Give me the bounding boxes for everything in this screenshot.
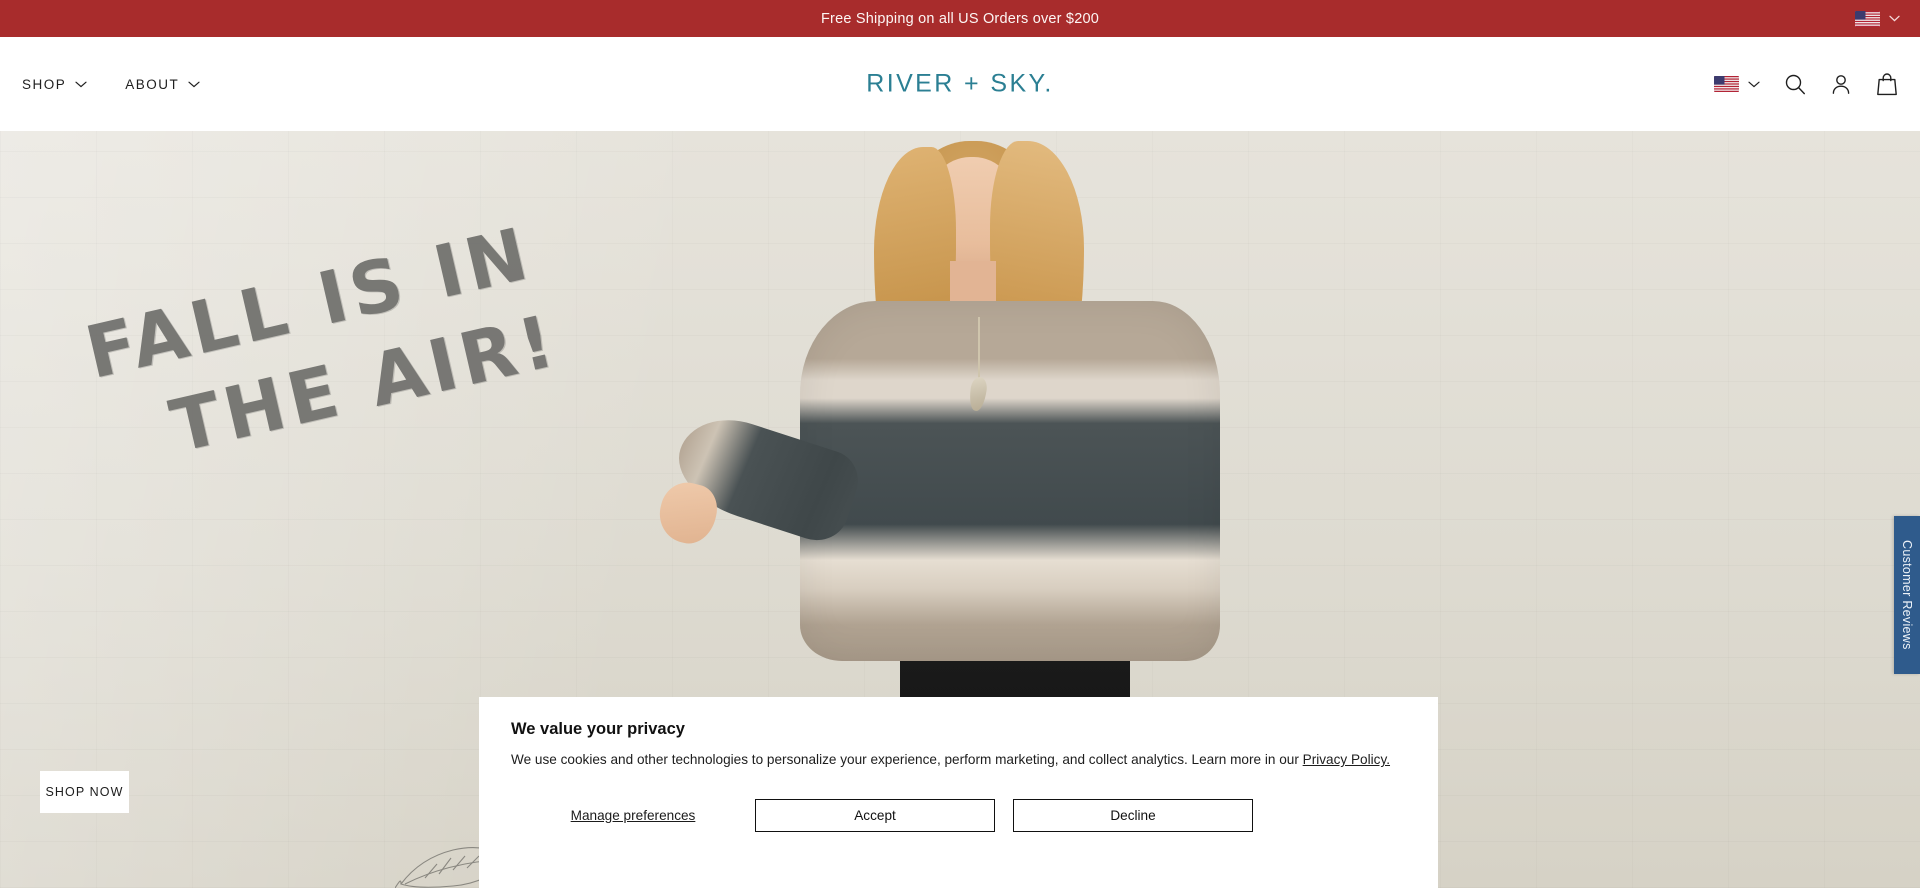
primary-navigation: SHOP ABOUT [0,77,200,92]
chevron-down-icon [1889,15,1900,22]
shop-now-button[interactable]: SHOP NOW [40,771,129,813]
cookie-consent-banner: We value your privacy We use cookies and… [479,697,1438,888]
header-locale-selector[interactable] [1714,76,1760,92]
chevron-down-icon [188,81,200,87]
nav-item-about[interactable]: ABOUT [125,77,200,92]
announcement-locale-selector[interactable] [1855,10,1900,27]
customer-reviews-tab-label: Customer Reviews [1900,540,1914,650]
accept-cookies-button[interactable]: Accept [755,798,995,832]
us-flag-icon [1855,10,1880,27]
nav-item-shop[interactable]: SHOP [22,77,87,92]
nav-item-about-label: ABOUT [125,76,180,92]
announcement-text: Free Shipping on all US Orders over $200 [820,10,1099,27]
search-icon [1785,74,1805,95]
shopping-bag-icon [1877,73,1897,96]
privacy-policy-link[interactable]: Privacy Policy. [1303,752,1390,767]
site-logo[interactable]: RIVER + SKY. [866,70,1053,99]
us-flag-icon [1714,76,1739,92]
header-actions [1714,72,1898,96]
chevron-down-icon [75,81,87,87]
model-tie-dye-top [800,301,1220,661]
customer-reviews-tab[interactable]: Customer Reviews [1894,516,1920,674]
cookie-banner-description: We use cookies and other technologies to… [511,752,1303,767]
site-header: SHOP ABOUT RIVER + SKY. [0,37,1920,131]
cookie-banner-actions: Manage preferences Accept Decline [511,798,1406,832]
site-logo-text: RIVER + SKY. [866,69,1054,98]
cart-button[interactable] [1876,72,1898,96]
decline-cookies-button[interactable]: Decline [1013,798,1253,832]
cookie-banner-title: We value your privacy [511,720,685,738]
model-necklace-chain [978,317,980,379]
page-root: Free Shipping on all US Orders over $200… [0,0,1920,888]
search-button[interactable] [1784,73,1806,95]
announcement-bar: Free Shipping on all US Orders over $200 [0,0,1920,37]
chevron-down-icon [1748,81,1760,87]
cookie-banner-body: We use cookies and other technologies to… [511,750,1401,771]
account-button[interactable] [1830,73,1852,95]
nav-item-shop-label: SHOP [22,76,67,92]
manage-preferences-link[interactable]: Manage preferences [511,808,755,823]
account-icon [1832,75,1850,94]
